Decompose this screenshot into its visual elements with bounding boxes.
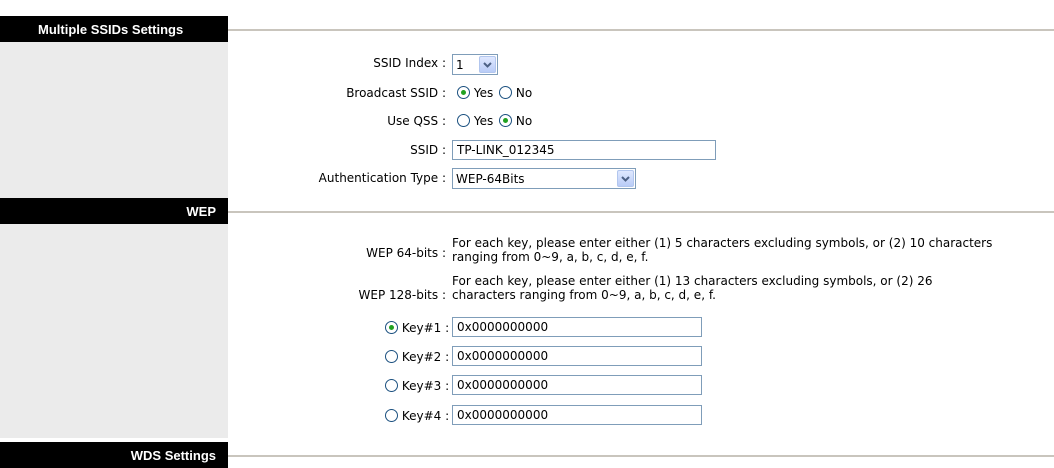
- qss-yes-radio[interactable]: [457, 114, 470, 127]
- broadcast-yes-radio[interactable]: [457, 86, 470, 99]
- broadcast-no-label: No: [515, 86, 533, 100]
- key4-radio[interactable]: [385, 409, 398, 422]
- left-column: [0, 42, 228, 198]
- use-qss-label: Use QSS :: [387, 114, 446, 128]
- divider: [228, 29, 1054, 31]
- chevron-down-icon: [617, 170, 634, 187]
- divider: [228, 211, 1054, 213]
- auth-type-label: Authentication Type :: [318, 171, 446, 185]
- key1-label: Key#1 :: [401, 321, 450, 335]
- key2-row: Key#2 :: [385, 350, 449, 364]
- wep64-desc-line1: For each key, please enter either (1) 5 …: [452, 236, 993, 250]
- key3-radio[interactable]: [385, 379, 398, 392]
- key1-input[interactable]: [452, 317, 702, 337]
- wep128-desc-line2: characters ranging from 0~9, a, b, c, d,…: [452, 288, 716, 302]
- wep64-description: For each key, please enter either (1) 5 …: [452, 236, 1052, 264]
- auth-type-value: WEP-64Bits: [456, 171, 525, 186]
- qss-no-radio[interactable]: [499, 114, 513, 127]
- key3-input[interactable]: [452, 375, 702, 395]
- key1-radio[interactable]: [385, 321, 398, 334]
- ssid-index-value: 1: [456, 57, 464, 72]
- ssid-index-label: SSID Index :: [373, 56, 446, 70]
- left-column: [0, 224, 228, 438]
- qss-no-label: No: [515, 114, 533, 128]
- use-qss-radios: Yes No: [457, 114, 532, 128]
- divider: [228, 455, 1054, 457]
- section-header-wds: WDS Settings: [0, 442, 228, 468]
- key2-input[interactable]: [452, 346, 702, 366]
- broadcast-ssid-label: Broadcast SSID :: [346, 86, 446, 100]
- key2-label: Key#2 :: [401, 350, 450, 364]
- auth-type-select[interactable]: WEP-64Bits: [452, 168, 636, 189]
- key4-label: Key#4 :: [401, 409, 450, 423]
- ssid-input[interactable]: [452, 140, 716, 160]
- key2-radio[interactable]: [385, 350, 398, 363]
- section-header-wep: WEP: [0, 198, 228, 224]
- ssid-index-select[interactable]: 1: [452, 54, 498, 75]
- key4-row: Key#4 :: [385, 409, 449, 423]
- wep128-label: WEP 128-bits :: [358, 288, 447, 302]
- section-header-multiple-ssids: Multiple SSIDs Settings: [0, 16, 228, 42]
- key1-row: Key#1 :: [385, 321, 449, 335]
- wep64-label: WEP 64-bits :: [366, 246, 446, 260]
- wep128-description: For each key, please enter either (1) 13…: [452, 274, 1052, 302]
- broadcast-no-radio[interactable]: [499, 86, 513, 99]
- key3-row: Key#3 :: [385, 379, 449, 393]
- key3-label: Key#3 :: [401, 379, 450, 393]
- section-title: Multiple SSIDs Settings: [38, 21, 184, 37]
- broadcast-yes-label: Yes: [473, 86, 494, 100]
- broadcast-ssid-radios: Yes No: [457, 86, 532, 100]
- wep64-desc-line2: ranging from 0~9, a, b, c, d, e, f.: [452, 250, 649, 264]
- section-title: WEP: [186, 203, 216, 219]
- section-title: WDS Settings: [130, 447, 216, 463]
- wep128-desc-line1: For each key, please enter either (1) 13…: [452, 274, 933, 288]
- chevron-down-icon: [479, 56, 496, 73]
- ssid-label: SSID :: [410, 143, 446, 157]
- qss-yes-label: Yes: [473, 114, 494, 128]
- key4-input[interactable]: [452, 405, 702, 425]
